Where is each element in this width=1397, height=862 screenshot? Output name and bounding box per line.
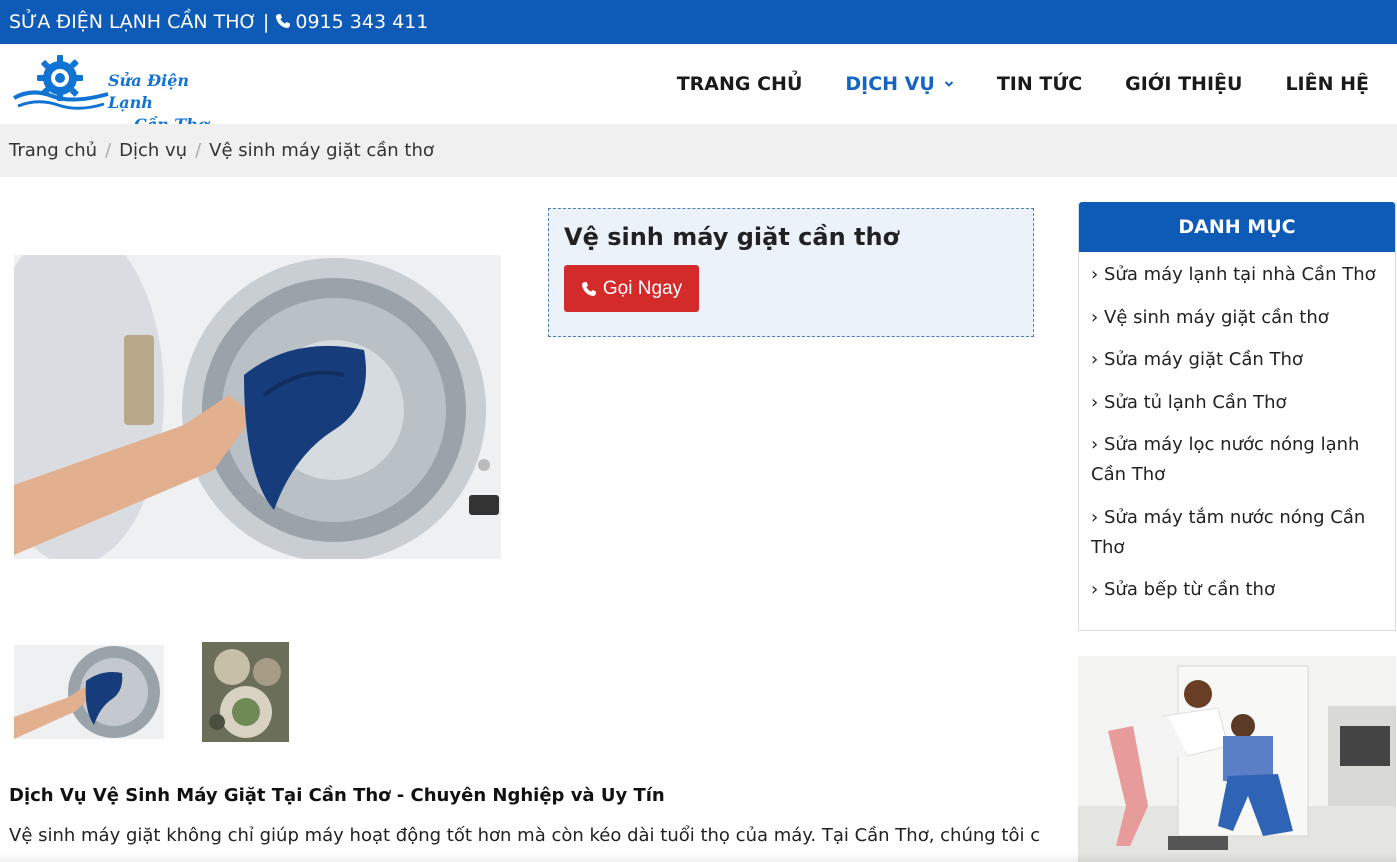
chevron-right-icon: ›: [1091, 579, 1099, 600]
nav-label: TRANG CHỦ: [676, 73, 803, 95]
nav-item-about[interactable]: GIỚI THIỆU: [1125, 73, 1242, 95]
product-thumbnail-2[interactable]: [202, 642, 289, 742]
product-main-image[interactable]: [14, 255, 501, 559]
site-logo[interactable]: Sửa Điện Lạnh Cần Thơ: [12, 52, 222, 134]
washing-machine-drum-image: [14, 255, 501, 559]
product-thumbnail-1[interactable]: [14, 645, 164, 739]
site-header: Sửa Điện Lạnh Cần Thơ TRANG CHỦ DỊCH VỤ …: [0, 44, 1397, 134]
category-label: Sửa máy giặt Cần Thơ: [1104, 349, 1303, 370]
topbar-phone: 0915 343 411: [295, 11, 429, 33]
category-label: Sửa tủ lạnh Cần Thơ: [1104, 391, 1287, 413]
breadcrumb-separator: /: [195, 140, 202, 161]
top-bar: SỬA ĐIỆN LẠNH CẦN THƠ | 0915 343 411: [0, 0, 1397, 44]
topbar-divider: |: [262, 11, 270, 33]
category-item[interactable]: › Sửa máy lạnh tại nhà Cần Thơ: [1091, 260, 1383, 290]
category-item[interactable]: › Sửa máy tắm nước nóng Cần Thơ: [1091, 503, 1383, 563]
category-item[interactable]: › Sửa tủ lạnh Cần Thơ: [1091, 388, 1383, 418]
breadcrumb-current: Vệ sinh máy giặt cần thơ: [209, 140, 434, 161]
category-item[interactable]: › Sửa máy lọc nước nóng lạnh Cần Thơ: [1091, 430, 1383, 490]
nav-label: GIỚI THIỆU: [1125, 73, 1243, 95]
chevron-right-icon: ›: [1091, 506, 1099, 528]
nav-item-news[interactable]: TIN TỨC: [997, 73, 1082, 95]
main-nav: TRANG CHỦ DỊCH VỤ TIN TỨC GIỚI THIỆU LIÊ…: [634, 44, 1369, 124]
breadcrumb-separator: /: [105, 140, 112, 161]
chevron-right-icon: ›: [1091, 306, 1099, 328]
sidebar-title: DANH MỤC: [1079, 202, 1395, 252]
site-name: SỬA ĐIỆN LẠNH CẦN THƠ: [9, 11, 257, 33]
bottom-scroll-shade: [0, 852, 1397, 862]
call-now-label: Gọi Ngay: [602, 277, 683, 299]
category-item[interactable]: › Vệ sinh máy giặt cần thơ: [1091, 303, 1383, 333]
nav-label: DỊCH VỤ: [845, 73, 935, 95]
category-label: Vệ sinh máy giặt cần thơ: [1104, 306, 1329, 328]
logo-line-1: Sửa Điện Lạnh: [108, 71, 189, 112]
chevron-right-icon: ›: [1091, 349, 1099, 370]
category-label: Sửa bếp từ cần thơ: [1104, 579, 1275, 600]
breadcrumb-home[interactable]: Trang chủ: [9, 140, 97, 161]
breadcrumb-services[interactable]: Dịch vụ: [119, 140, 187, 161]
nav-item-home[interactable]: TRANG CHỦ: [677, 73, 803, 95]
category-sidebar: DANH MỤC › Sửa máy lạnh tại nhà Cần Thơ ›…: [1078, 202, 1396, 631]
category-item[interactable]: › Sửa bếp từ cần thơ: [1091, 575, 1383, 605]
chevron-right-icon: ›: [1091, 264, 1099, 285]
product-title: Vệ sinh máy giặt cần thơ: [564, 223, 900, 251]
category-label: Sửa máy lọc nước nóng lạnh Cần Thơ: [1091, 434, 1360, 485]
category-item[interactable]: › Sửa máy giặt Cần Thơ: [1091, 345, 1383, 375]
thumbnail-drum-image: [14, 645, 164, 739]
nav-label: LIÊN HỆ: [1285, 73, 1369, 95]
article-heading: Dịch Vụ Vệ Sinh Máy Giặt Tại Cần Thơ - C…: [9, 785, 665, 806]
breadcrumb: Trang chủ / Dịch vụ / Vệ sinh máy giặt cần t…: [0, 124, 1397, 177]
call-now-button[interactable]: Gọi Ngay: [564, 265, 699, 312]
gear-wave-logo-icon: [13, 55, 109, 110]
topbar-phone-link[interactable]: 0915 343 411: [275, 11, 428, 33]
nav-item-services[interactable]: DỊCH VỤ: [845, 73, 954, 95]
category-label: Sửa máy tắm nước nóng Cần Thơ: [1091, 506, 1366, 558]
sidebar-promo-image[interactable]: [1078, 656, 1396, 862]
refrigerator-repair-image: [1078, 656, 1396, 862]
article-paragraph: Vệ sinh máy giặt không chỉ giúp máy hoạt…: [9, 825, 1039, 846]
chevron-right-icon: ›: [1091, 391, 1099, 413]
phone-icon: [581, 281, 596, 296]
phone-icon: [276, 14, 291, 28]
category-list: › Sửa máy lạnh tại nhà Cần Thơ › Vệ sinh m…: [1079, 252, 1395, 605]
nav-label: TIN TỨC: [996, 73, 1083, 95]
thumbnail-dirty-drum-image: [202, 642, 289, 742]
category-label: Sửa máy lạnh tại nhà Cần Thơ: [1104, 264, 1376, 285]
chevron-right-icon: ›: [1091, 434, 1099, 455]
product-info-box: Vệ sinh máy giặt cần thơ Gọi Ngay: [548, 208, 1034, 337]
chevron-down-icon: [944, 81, 954, 87]
nav-item-contact[interactable]: LIÊN HỆ: [1285, 73, 1369, 95]
